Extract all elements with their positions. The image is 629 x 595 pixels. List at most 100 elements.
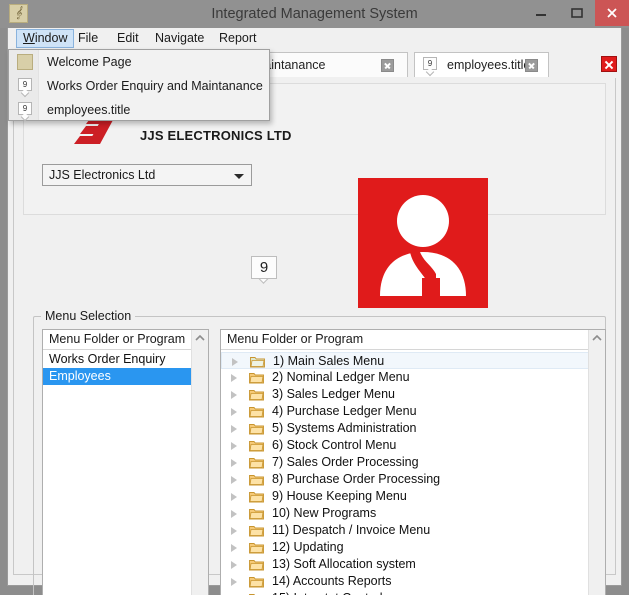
expand-arrow-icon[interactable] [231, 527, 237, 535]
left-list-header: Menu Folder or Program [43, 330, 192, 350]
right-tree-scrollbar[interactable] [588, 330, 605, 595]
folder-icon [249, 389, 264, 401]
tree-row-label: 8) Purchase Order Processing [272, 472, 441, 486]
expand-arrow-icon[interactable] [231, 578, 237, 586]
folder-icon [249, 423, 264, 435]
chevron-down-icon [234, 174, 244, 179]
expand-arrow-icon[interactable] [231, 425, 237, 433]
tab-close-icon[interactable] [381, 59, 394, 72]
tree-row-label: 5) Systems Administration [272, 421, 417, 435]
tree-row[interactable]: 2) Nominal Ledger Menu [221, 369, 589, 386]
menu-item-employees-title[interactable]: 9 employees.title [9, 98, 269, 122]
menu-item-welcome-page[interactable]: Welcome Page [9, 50, 269, 74]
tree-row[interactable]: 13) Soft Allocation system [221, 556, 589, 573]
document-icon [17, 54, 33, 70]
menu-selection-title: Menu Selection [41, 309, 136, 323]
tree-row-label: 13) Soft Allocation system [272, 557, 416, 571]
tree-row-label: 2) Nominal Ledger Menu [272, 370, 410, 384]
company-select-value: JJS Electronics Ltd [49, 168, 156, 182]
tree-row-label: 1) Main Sales Menu [273, 354, 385, 368]
tree-row-label: 6) Stock Control Menu [272, 438, 397, 452]
menu-bar: Window File Edit Navigate Report [7, 28, 622, 49]
folder-icon [249, 406, 264, 418]
tree-row[interactable]: 3) Sales Ledger Menu [221, 386, 589, 403]
list-item[interactable]: Employees [43, 368, 192, 385]
application-window: 𝄞 Integrated Management System Window Fi… [0, 0, 629, 595]
pin-badge-icon: 9 [423, 57, 437, 70]
folder-icon [249, 542, 264, 554]
right-tree-header: Menu Folder or Program [221, 330, 589, 350]
scroll-up-icon[interactable] [589, 330, 605, 346]
list-item[interactable]: Works Order Enquiry [43, 351, 192, 368]
tree-row-label: 3) Sales Ledger Menu [272, 387, 395, 401]
tree-row[interactable]: 9) House Keeping Menu [221, 488, 589, 505]
tree-row[interactable]: 10) New Programs [221, 505, 589, 522]
scroll-up-icon[interactable] [192, 330, 208, 346]
folder-icon [249, 525, 264, 537]
expand-arrow-icon[interactable] [231, 544, 237, 552]
tree-row[interactable]: 14) Accounts Reports [221, 573, 589, 590]
tree-row[interactable]: 6) Stock Control Menu [221, 437, 589, 454]
folder-icon [249, 491, 264, 503]
tree-row[interactable]: 15) Intrastat Control [221, 590, 589, 595]
right-menu-tree: Menu Folder or Program 1) Main Sales Men… [220, 329, 606, 595]
tree-row[interactable]: 4) Purchase Ledger Menu [221, 403, 589, 420]
expand-arrow-icon[interactable] [232, 358, 238, 366]
tree-row-label: 9) House Keeping Menu [272, 489, 407, 503]
employee-avatar-icon [358, 178, 488, 308]
client-area: Welcome Page 9 quiry and Maintanance 9 e… [7, 49, 622, 595]
close-button[interactable] [595, 0, 629, 26]
tab-label: employees.title [447, 58, 531, 72]
pin-badge-marker: 9 [251, 256, 277, 284]
tree-row-label: 7) Sales Order Processing [272, 455, 419, 469]
tree-row-label: 14) Accounts Reports [272, 574, 392, 588]
left-list-scrollbar[interactable] [191, 330, 208, 595]
minimize-button[interactable] [523, 0, 559, 26]
pin-badge-value: 9 [251, 256, 277, 279]
expand-arrow-icon[interactable] [231, 459, 237, 467]
menu-window-label: indow [34, 31, 68, 45]
expand-arrow-icon[interactable] [231, 391, 237, 399]
expand-arrow-icon[interactable] [231, 374, 237, 382]
folder-icon [249, 508, 264, 520]
tree-row-label: 12) Updating [272, 540, 344, 554]
folder-icon [249, 576, 264, 588]
menu-file[interactable]: File [72, 30, 104, 47]
tree-row[interactable]: 11) Despatch / Invoice Menu [221, 522, 589, 539]
page-body: JJS ELECTRONICS LTD JJS Electronics Ltd … [13, 78, 616, 595]
tab-employees-title[interactable]: 9 employees.title [414, 52, 549, 77]
close-all-tabs-button[interactable] [601, 56, 617, 72]
tree-row[interactable]: 8) Purchase Order Processing [221, 471, 589, 488]
menu-window[interactable]: Window [16, 29, 75, 48]
tree-row-label: 4) Purchase Ledger Menu [272, 404, 417, 418]
tab-close-icon[interactable] [525, 59, 538, 72]
company-name-label: JJS ELECTRONICS LTD [140, 128, 292, 143]
folder-icon [249, 372, 264, 384]
menu-navigate[interactable]: Navigate [149, 30, 210, 47]
folder-icon [249, 440, 264, 452]
maximize-button[interactable] [559, 0, 595, 26]
menu-edit[interactable]: Edit [111, 30, 145, 47]
tree-row[interactable]: 5) Systems Administration [221, 420, 589, 437]
expand-arrow-icon[interactable] [231, 442, 237, 450]
folder-icon [249, 457, 264, 469]
left-menu-list: Menu Folder or Program Works Order Enqui… [42, 329, 209, 595]
expand-arrow-icon[interactable] [231, 408, 237, 416]
menu-report[interactable]: Report [213, 30, 263, 47]
tree-row[interactable]: 1) Main Sales Menu [221, 352, 589, 369]
pin-badge-icon: 9 [18, 78, 32, 91]
menu-item-label: employees.title [47, 103, 131, 117]
expand-arrow-icon[interactable] [231, 476, 237, 484]
expand-arrow-icon[interactable] [231, 561, 237, 569]
expand-arrow-icon[interactable] [231, 493, 237, 501]
tree-row-label: 11) Despatch / Invoice Menu [272, 523, 431, 537]
menu-item-label: Works Order Enquiry and Maintanance [47, 79, 263, 93]
menu-item-works-order-enquiry[interactable]: 9 Works Order Enquiry and Maintanance [9, 74, 269, 98]
pin-badge-icon: 9 [18, 102, 32, 115]
expand-arrow-icon[interactable] [231, 510, 237, 518]
company-select[interactable]: JJS Electronics Ltd [42, 164, 252, 186]
tree-row[interactable]: 7) Sales Order Processing [221, 454, 589, 471]
title-bar: 𝄞 Integrated Management System [0, 0, 629, 28]
tree-row[interactable]: 12) Updating [221, 539, 589, 556]
tree-row-label: 10) New Programs [272, 506, 377, 520]
